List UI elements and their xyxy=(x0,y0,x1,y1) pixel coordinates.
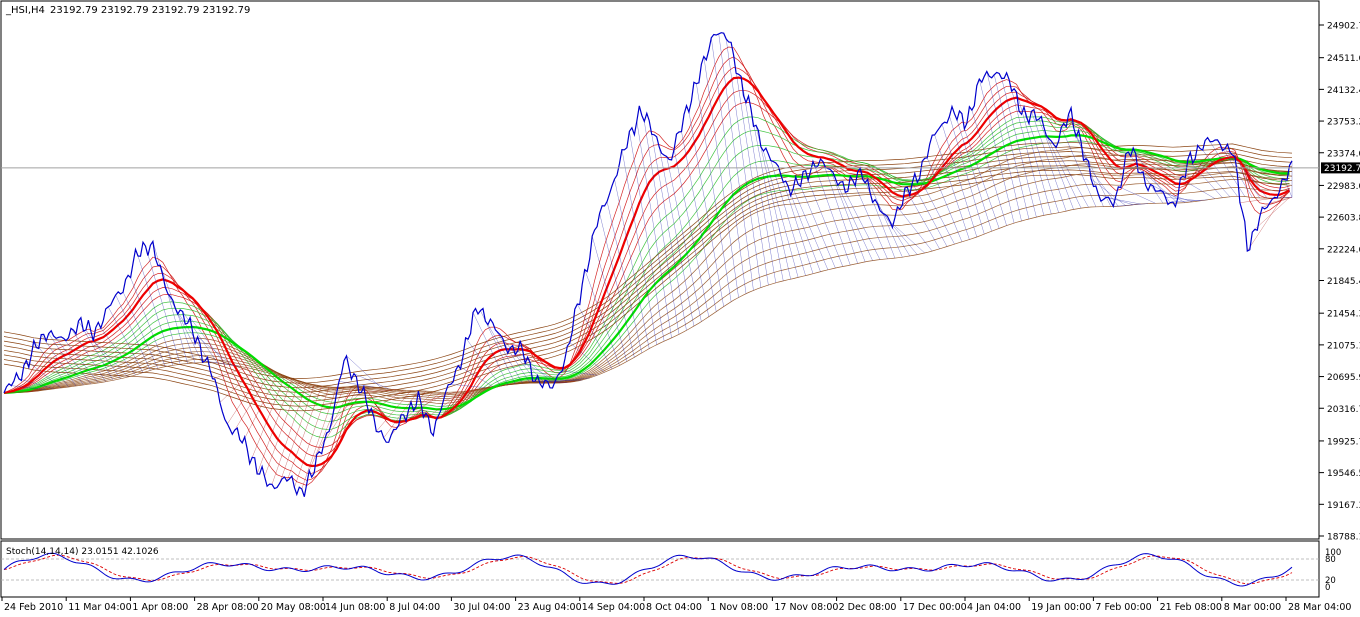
time-axis-label: 19 Jan 00:00 xyxy=(1031,602,1091,613)
time-axis-label: 7 Feb 00:00 xyxy=(1095,602,1151,613)
time-axis-label: 28 Mar 04:00 xyxy=(1288,602,1351,613)
current-price-tag: 23192.79 xyxy=(1324,164,1360,174)
chart-header-symbol: _HSI,H4 xyxy=(5,5,45,16)
price-axis-label: 22224.6 xyxy=(1327,245,1360,255)
time-axis-label: 8 Mar 00:00 xyxy=(1224,602,1281,613)
price-axis-label: 22603.8 xyxy=(1327,214,1360,224)
time-axis-label: 11 Mar 04:00 xyxy=(68,602,131,613)
main-plot-frame xyxy=(0,0,1320,540)
time-axis-label: 2 Dec 08:00 xyxy=(839,602,897,613)
time-axis-label: 1 Apr 08:00 xyxy=(132,602,188,613)
price-axis-label: 18788.1 xyxy=(1327,533,1360,543)
indicator-plot-frame xyxy=(0,540,1320,598)
price-axis-label: 20695.9 xyxy=(1327,373,1360,383)
time-axis-label: 21 Feb 08:00 xyxy=(1160,602,1222,613)
time-axis-label: 14 Jun 08:00 xyxy=(325,602,385,613)
time-axis-label: 8 Jul 04:00 xyxy=(389,602,440,613)
stoch-level-label: 0 xyxy=(1325,583,1330,593)
price-axis-label: 21845.4 xyxy=(1327,277,1360,287)
price-axis-label: 20316.7 xyxy=(1327,405,1360,415)
price-axis-label: 24511.6 xyxy=(1327,54,1360,64)
time-axis-label: 4 Jan 04:00 xyxy=(967,602,1021,613)
time-axis-label: 1 Nov 08:00 xyxy=(710,602,768,613)
time-axis-label: 20 May 08:00 xyxy=(261,602,326,613)
price-axis-label: 23374.0 xyxy=(1327,149,1360,159)
indicator-label: Stoch(14,14,14) 23.0151 42.1026 xyxy=(6,547,159,557)
price-axis: 24902.7 24511.6 24132.4 23753.2 23374.0 22983… xyxy=(1319,22,1360,543)
time-axis-label: 28 Apr 08:00 xyxy=(197,602,259,613)
time-axis-label: 14 Sep 04:00 xyxy=(582,602,645,613)
price-axis-label: 22983.0 xyxy=(1327,182,1360,192)
chart-header-ohlc: 23192.79 23192.79 23192.79 23192.79 xyxy=(50,5,250,16)
time-axis-label: 8 Oct 04:00 xyxy=(646,602,702,613)
price-axis-label: 23753.2 xyxy=(1327,118,1360,128)
price-axis-label: 19546.5 xyxy=(1327,469,1360,479)
time-axis-label: 23 Aug 04:00 xyxy=(518,602,582,613)
time-axis-label: 17 Dec 00:00 xyxy=(903,602,967,613)
stoch-level-label: 80 xyxy=(1325,555,1336,565)
price-axis-label: 19167.3 xyxy=(1327,501,1360,511)
price-axis-label: 19925.7 xyxy=(1327,437,1360,447)
time-axis-label: 30 Jul 04:00 xyxy=(453,602,510,613)
price-axis-label: 24902.7 xyxy=(1327,22,1360,32)
price-axis-label: 21075.1 xyxy=(1327,341,1360,351)
time-axis-label: 24 Feb 2010 xyxy=(4,602,63,613)
time-axis-label: 17 Nov 08:00 xyxy=(774,602,838,613)
price-chart[interactable]: 24902.7 24511.6 24132.4 23753.2 23374.0 22983… xyxy=(0,0,1360,613)
chart-window: 24902.7 24511.6 24132.4 23753.2 23374.0 22983… xyxy=(0,0,1360,613)
price-axis-label: 21454.3 xyxy=(1327,310,1360,320)
time-axis: 24 Feb 2010 11 Mar 04:00 1 Apr 08:00 28 Apr… xyxy=(1,597,1351,613)
price-axis-label: 24132.4 xyxy=(1327,86,1360,96)
